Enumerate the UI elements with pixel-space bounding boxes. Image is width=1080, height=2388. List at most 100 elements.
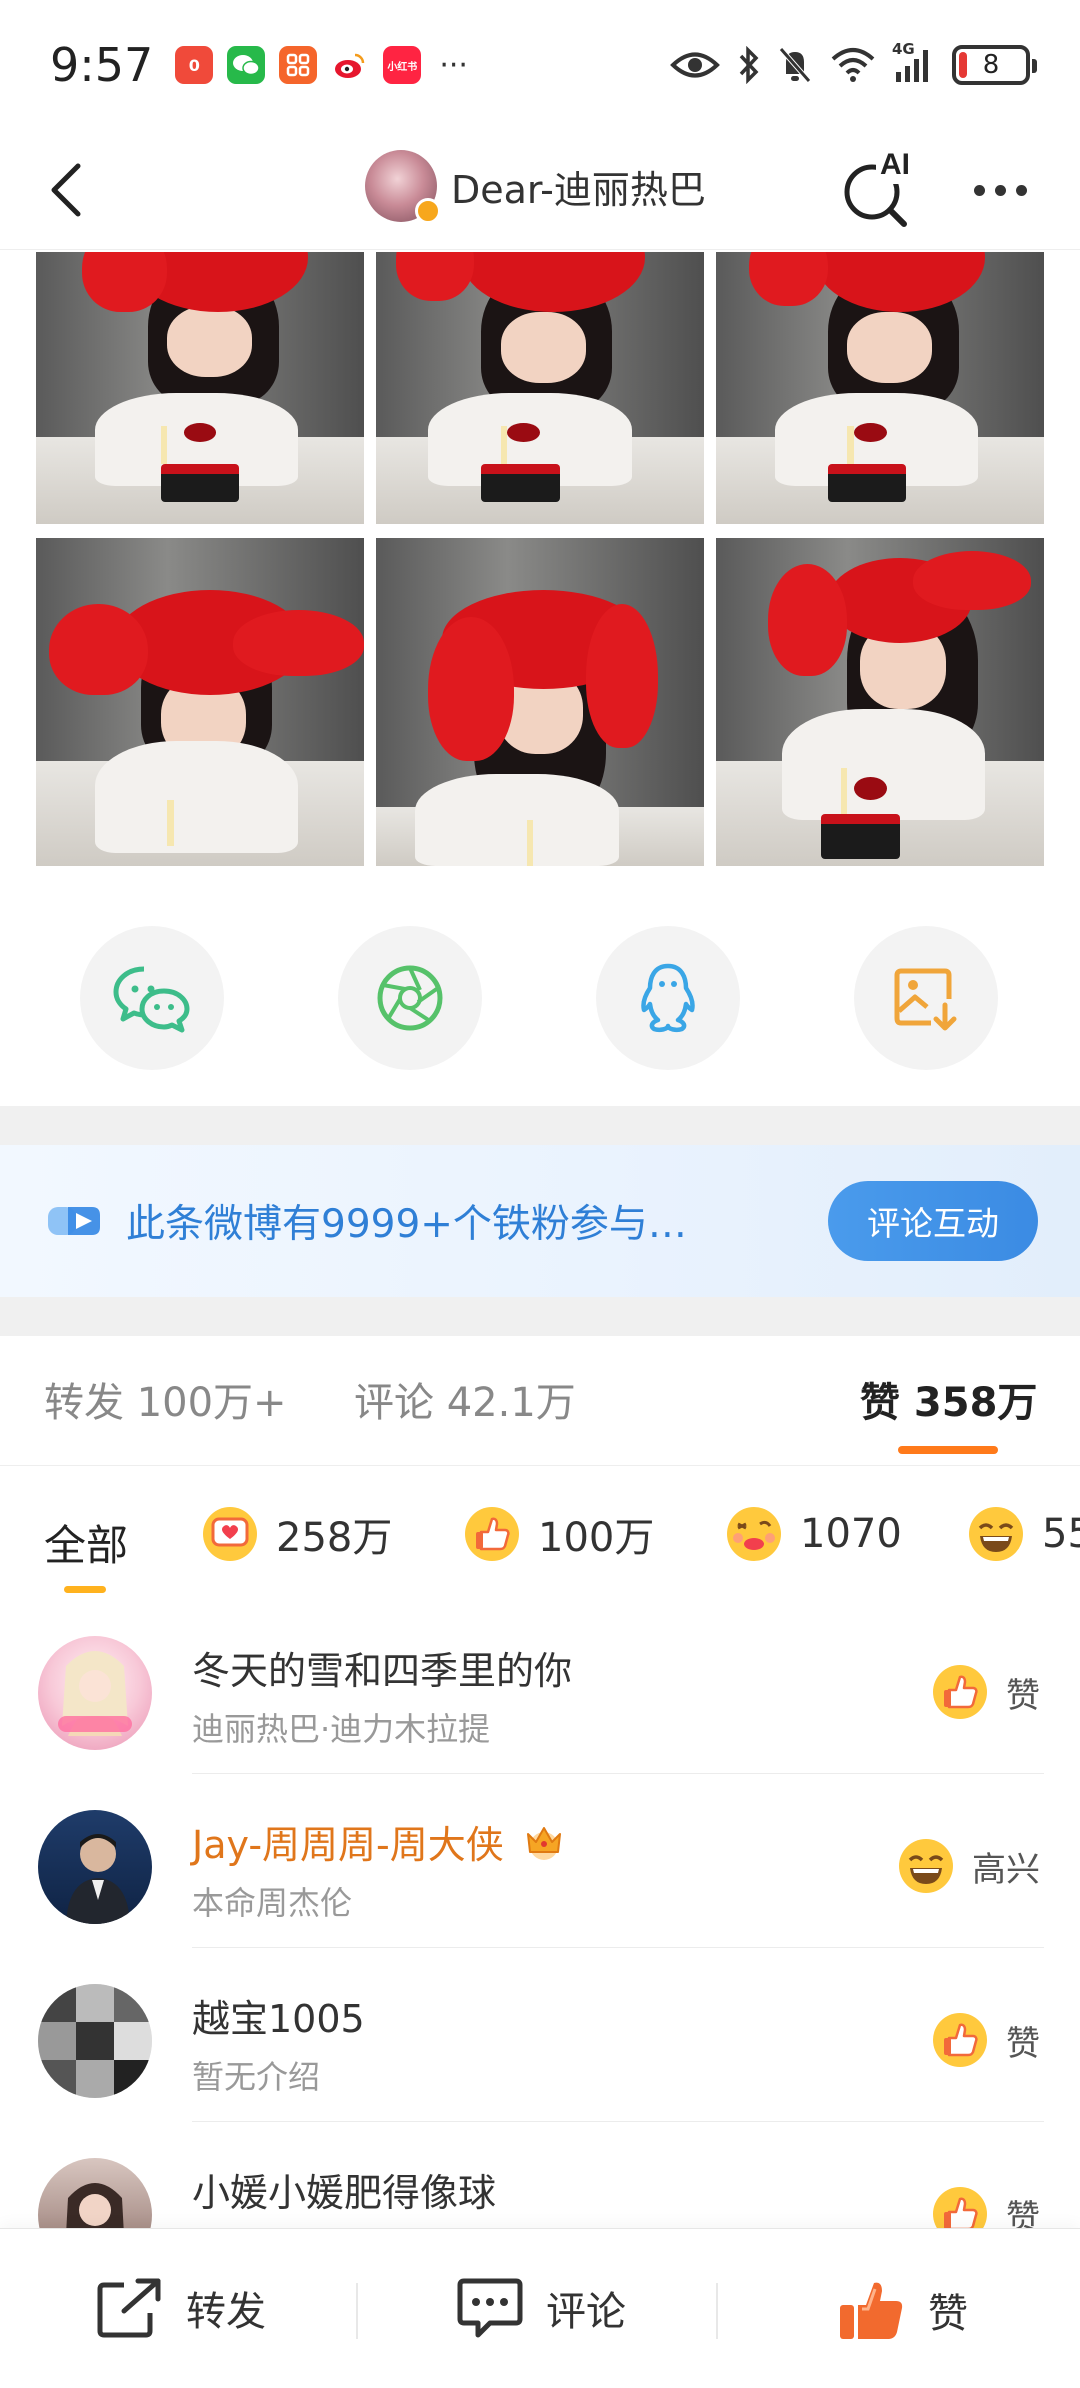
tab-comment[interactable]: 评论 42.1万 bbox=[354, 1370, 576, 1428]
reaction-filter-row: 全部 258万 100万 1070 5 bbox=[0, 1468, 1080, 1598]
battery-indicator: 8 bbox=[952, 45, 1037, 85]
post-photo[interactable] bbox=[716, 538, 1044, 866]
cellular-signal-icon: 4G bbox=[892, 40, 934, 84]
crown-badge-icon bbox=[526, 1827, 561, 1860]
filter-happy-face[interactable]: 55 bbox=[966, 1504, 1080, 1564]
user-name[interactable]: 越宝1005 bbox=[192, 1988, 365, 2043]
share-options-row bbox=[0, 926, 1080, 1070]
user-description: 迪丽热巴·迪力木拉提 bbox=[192, 1710, 491, 1748]
wechat-icon bbox=[113, 966, 190, 1033]
share-arrow-icon bbox=[97, 2278, 161, 2338]
thumbs-up-icon bbox=[465, 1507, 519, 1561]
post-photo[interactable] bbox=[376, 538, 704, 866]
filter-heart-face[interactable]: 258万 bbox=[200, 1504, 392, 1564]
user-reaction: 赞 bbox=[930, 2010, 1040, 2070]
user-reaction: 赞 bbox=[930, 1662, 1040, 1722]
repost-label: 转发 bbox=[186, 2289, 266, 2335]
tab-repost[interactable]: 转发 100万+ bbox=[44, 1370, 287, 1428]
author-avatar[interactable] bbox=[365, 150, 441, 224]
author-name[interactable]: Dear-迪丽热巴 bbox=[451, 159, 706, 214]
notification-app-icons: 0 小红书 ··· bbox=[175, 46, 468, 84]
thumbs-up-icon bbox=[933, 1665, 987, 1719]
fan-badge-icon bbox=[48, 1207, 100, 1235]
weibo-app-icon bbox=[331, 46, 370, 84]
wechat-app-icon bbox=[227, 46, 266, 84]
tab-like[interactable]: 赞 358万 bbox=[860, 1370, 1037, 1428]
filter-thumbs-up[interactable]: 100万 bbox=[462, 1504, 654, 1564]
reaction-count: 1070 bbox=[800, 1511, 902, 1557]
verified-badge-icon bbox=[415, 198, 441, 224]
camera-aperture-icon bbox=[377, 965, 443, 1031]
active-filter-indicator bbox=[64, 1586, 106, 1593]
avatar[interactable] bbox=[38, 2158, 152, 2228]
status-time: 9:57 bbox=[50, 38, 154, 92]
top-nav-bar: Dear-迪丽热巴 AI bbox=[0, 130, 1080, 250]
reaction-count: 100万 bbox=[538, 1515, 655, 1561]
list-item[interactable]: 小媛小媛肥得像球 赞 bbox=[0, 2122, 1080, 2228]
post-photo[interactable] bbox=[376, 252, 704, 524]
like-label: 赞 bbox=[928, 2291, 968, 2337]
user-description: 暂无介绍 bbox=[192, 2058, 321, 2096]
reaction-count: 55 bbox=[1042, 1511, 1080, 1557]
thumbs-up-icon bbox=[840, 2282, 903, 2339]
section-divider bbox=[0, 1297, 1080, 1336]
likes-list: 冬天的雪和四季里的你 迪丽热巴·迪力木拉提 赞 Jay-周周周-周大侠 本命周杰… bbox=[0, 1600, 1080, 2228]
user-reaction: 赞 bbox=[930, 2184, 1040, 2228]
user-name[interactable]: 小媛小媛肥得像球 bbox=[192, 2162, 496, 2217]
mute-bell-icon bbox=[778, 46, 812, 84]
reaction-label: 赞 bbox=[1006, 2197, 1040, 2229]
thumbs-up-icon bbox=[933, 2013, 987, 2067]
comment-label: 评论 bbox=[546, 2289, 626, 2335]
download-image-icon bbox=[894, 968, 957, 1031]
divider bbox=[356, 2283, 358, 2339]
share-moments-button[interactable] bbox=[338, 926, 482, 1070]
comment-button[interactable]: 评论 bbox=[456, 2277, 626, 2339]
fan-interaction-banner[interactable]: 此条微博有9999+个铁粉参与… 评论互动 bbox=[0, 1145, 1080, 1297]
post-photo[interactable] bbox=[36, 252, 364, 524]
avatar[interactable] bbox=[38, 1636, 152, 1750]
post-photo[interactable] bbox=[716, 252, 1044, 524]
author-info[interactable]: Dear-迪丽热巴 bbox=[365, 150, 706, 224]
back-button[interactable] bbox=[36, 160, 96, 220]
section-divider bbox=[0, 1106, 1080, 1145]
eye-comfort-icon bbox=[670, 48, 720, 82]
user-name[interactable]: 冬天的雪和四季里的你 bbox=[192, 1640, 572, 1695]
reaction-label: 赞 bbox=[1006, 2023, 1040, 2064]
comment-interact-button[interactable]: 评论互动 bbox=[828, 1181, 1038, 1261]
system-status-icons: 4G 8 bbox=[670, 40, 1037, 85]
xiaohongshu-app-icon: 小红书 bbox=[383, 46, 422, 84]
filter-all[interactable]: 全部 bbox=[44, 1512, 128, 1573]
fan-banner-text: 此条微博有9999+个铁粉参与… bbox=[126, 1202, 687, 1247]
list-item[interactable]: 冬天的雪和四季里的你 迪丽热巴·迪力木拉提 赞 bbox=[0, 1600, 1080, 1774]
comment-bubble-icon bbox=[457, 2278, 523, 2338]
wifi-icon bbox=[830, 47, 876, 83]
status-bar: 9:57 0 小红书 ··· 4G 8 bbox=[0, 0, 1080, 130]
more-options-button[interactable] bbox=[960, 160, 1040, 220]
filter-kiss-face[interactable]: 1070 bbox=[724, 1504, 902, 1564]
avatar[interactable] bbox=[38, 1810, 152, 1924]
user-name[interactable]: Jay-周周周-周大侠 bbox=[192, 1814, 566, 1869]
avatar[interactable] bbox=[38, 1984, 152, 2098]
list-item[interactable]: Jay-周周周-周大侠 本命周杰伦 高兴 bbox=[0, 1774, 1080, 1948]
repost-button[interactable]: 转发 bbox=[96, 2277, 266, 2339]
kiss-face-icon bbox=[727, 1507, 781, 1561]
reaction-label: 赞 bbox=[1006, 1675, 1040, 1716]
dot-icon bbox=[1015, 184, 1027, 196]
share-wechat-button[interactable] bbox=[80, 926, 224, 1070]
list-item[interactable]: 越宝1005 暂无介绍 赞 bbox=[0, 1948, 1080, 2122]
bottom-action-bar: 转发 评论 赞 bbox=[0, 2228, 1080, 2388]
dot-icon bbox=[973, 184, 985, 196]
dot-icon bbox=[994, 184, 1006, 196]
interaction-tabs: 转发 100万+ 评论 42.1万 赞 358万 bbox=[0, 1336, 1080, 1466]
post-photo[interactable] bbox=[36, 538, 364, 866]
thumbs-up-icon bbox=[933, 2187, 987, 2228]
save-image-button[interactable] bbox=[854, 926, 998, 1070]
like-button[interactable]: 赞 bbox=[836, 2277, 968, 2343]
ai-label: AI bbox=[880, 148, 910, 181]
divider bbox=[716, 2283, 718, 2339]
ai-search-button[interactable]: AI bbox=[840, 148, 920, 230]
user-reaction: 高兴 bbox=[896, 1836, 1040, 1896]
happy-face-icon bbox=[899, 1839, 953, 1893]
share-qq-button[interactable] bbox=[596, 926, 740, 1070]
toutiao-app-icon: 0 bbox=[175, 46, 214, 84]
